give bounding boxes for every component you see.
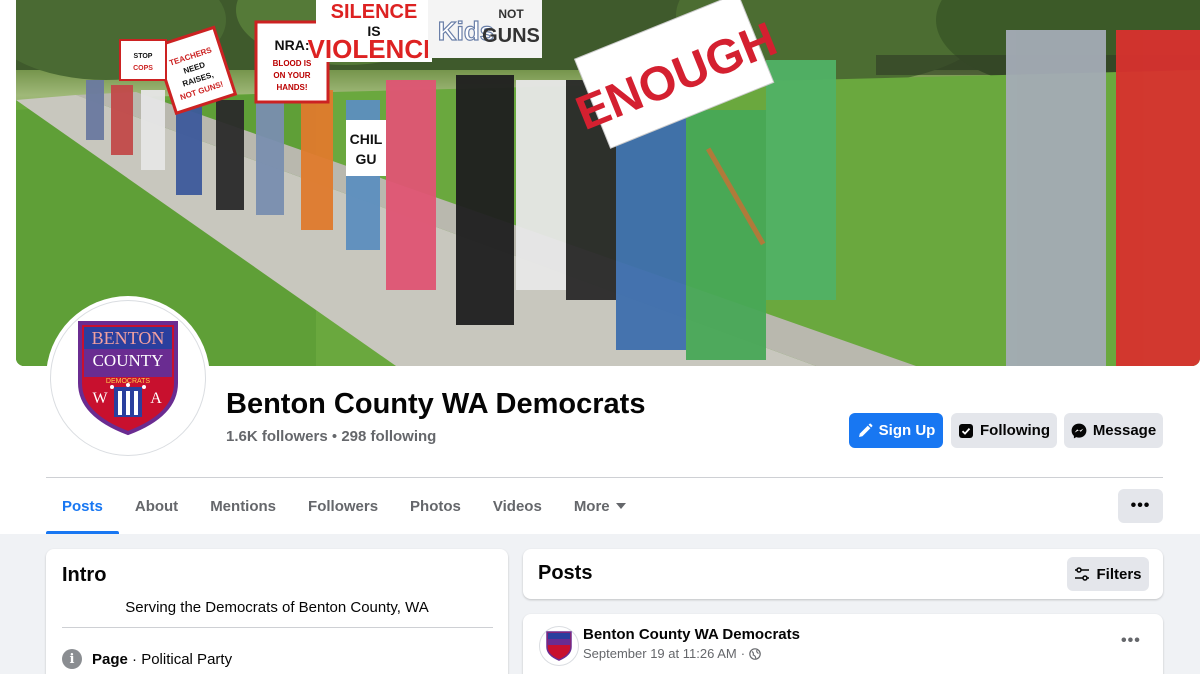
category-separator: · bbox=[127, 650, 142, 668]
message-button[interactable]: Message bbox=[1064, 413, 1163, 448]
intro-card: Intro Serving the Democrats of Benton Co… bbox=[46, 549, 508, 674]
category-label: Page bbox=[92, 650, 128, 668]
svg-text:NRA:: NRA: bbox=[275, 37, 310, 53]
more-options-button[interactable]: ••• bbox=[1118, 489, 1163, 523]
sign-up-button[interactable]: Sign Up bbox=[849, 413, 943, 448]
category-value[interactable]: Political Party bbox=[141, 651, 232, 668]
tab-posts[interactable]: Posts bbox=[46, 478, 119, 534]
follower-stats: 1.6K followers • 298 following bbox=[226, 428, 436, 445]
post-time-dot: · bbox=[740, 646, 746, 661]
tab-label: More bbox=[573, 497, 610, 515]
filters-button[interactable]: Filters bbox=[1067, 557, 1149, 591]
svg-text:COPS: COPS bbox=[133, 65, 153, 72]
sliders-icon bbox=[1075, 567, 1090, 581]
tab-label: Mentions bbox=[210, 497, 277, 515]
profile-picture[interactable]: BENTON COUNTY DEMOCRATS W A bbox=[46, 296, 210, 460]
info-icon: i bbox=[62, 649, 82, 669]
svg-text:VIOLENCE: VIOLENCE bbox=[308, 34, 441, 64]
logo-text-county: COUNTY bbox=[93, 351, 164, 370]
caret-down-icon bbox=[615, 503, 626, 509]
following-check-icon bbox=[959, 423, 973, 438]
tab-about[interactable]: About bbox=[119, 478, 194, 534]
tab-label: Videos bbox=[492, 497, 542, 515]
following-count[interactable]: 298 bbox=[341, 428, 366, 445]
svg-text:CHIL: CHIL bbox=[350, 131, 383, 147]
stats-separator: • bbox=[331, 428, 338, 445]
following-label[interactable]: following bbox=[371, 428, 437, 445]
posts-title: Posts bbox=[538, 562, 593, 584]
tab-mentions[interactable]: Mentions bbox=[194, 478, 292, 534]
tab-label: Posts bbox=[62, 497, 103, 515]
intro-bio: Serving the Democrats of Benton County, … bbox=[125, 599, 429, 616]
logo-small-icon bbox=[546, 631, 572, 661]
svg-text:STOP: STOP bbox=[134, 53, 153, 60]
logo-letter-a: A bbox=[150, 390, 162, 407]
tab-more[interactable]: More bbox=[558, 478, 642, 534]
tab-label: Followers bbox=[308, 497, 379, 515]
page-title: Benton County WA Democrats bbox=[226, 388, 646, 420]
svg-text:ON YOUR: ON YOUR bbox=[273, 71, 310, 80]
messenger-icon bbox=[1071, 423, 1087, 438]
logo-letter-w: W bbox=[92, 390, 108, 407]
tab-photos[interactable]: Photos bbox=[394, 478, 477, 534]
tab-followers[interactable]: Followers bbox=[292, 478, 394, 534]
page-tabs: Posts About Mentions Followers Photos Vi… bbox=[46, 478, 642, 534]
post-timestamp: September 19 at 11:26 AM · bbox=[583, 646, 761, 661]
posts-header-card: Posts Filters bbox=[523, 549, 1163, 599]
pencil-icon bbox=[858, 423, 873, 437]
message-label: Message bbox=[1092, 422, 1157, 439]
followers-count[interactable]: 1.6K bbox=[226, 428, 258, 445]
post-options-button[interactable]: ••• bbox=[1121, 632, 1141, 650]
logo-text-benton: BENTON bbox=[92, 328, 165, 348]
intro-divider bbox=[62, 627, 493, 628]
following-button[interactable]: Following bbox=[951, 413, 1057, 448]
post-author-avatar[interactable] bbox=[539, 626, 579, 666]
svg-text:HANDS!: HANDS! bbox=[276, 83, 307, 92]
followers-label[interactable]: followers bbox=[262, 428, 328, 445]
category-text: Page · Political Party bbox=[92, 651, 232, 668]
post-card: Benton County WA Democrats September 19 … bbox=[523, 614, 1163, 674]
svg-text:BLOOD IS: BLOOD IS bbox=[273, 59, 312, 68]
benton-county-democrats-logo: BENTON COUNTY DEMOCRATS W A bbox=[50, 300, 206, 456]
intro-title: Intro bbox=[62, 564, 107, 586]
svg-text:GU: GU bbox=[356, 151, 377, 167]
globe-icon bbox=[749, 647, 761, 660]
svg-text:NOT: NOT bbox=[498, 7, 524, 21]
sign-up-label: Sign Up bbox=[878, 422, 936, 439]
page-category: i Page · Political Party bbox=[62, 649, 232, 669]
tab-label: About bbox=[134, 497, 179, 515]
tab-videos[interactable]: Videos bbox=[477, 478, 558, 534]
tab-label: Photos bbox=[410, 497, 461, 515]
svg-text:GUNS: GUNS bbox=[482, 25, 540, 47]
svg-text:SILENCE: SILENCE bbox=[331, 1, 418, 23]
post-time-text[interactable]: September 19 at 11:26 AM bbox=[583, 646, 737, 661]
cover-photo[interactable]: NRA: BLOOD IS ON YOUR HANDS! TEACHERS NE… bbox=[16, 0, 1200, 366]
post-author-name[interactable]: Benton County WA Democrats bbox=[583, 626, 800, 643]
filters-label: Filters bbox=[1096, 565, 1142, 583]
following-label: Following bbox=[980, 422, 1050, 439]
